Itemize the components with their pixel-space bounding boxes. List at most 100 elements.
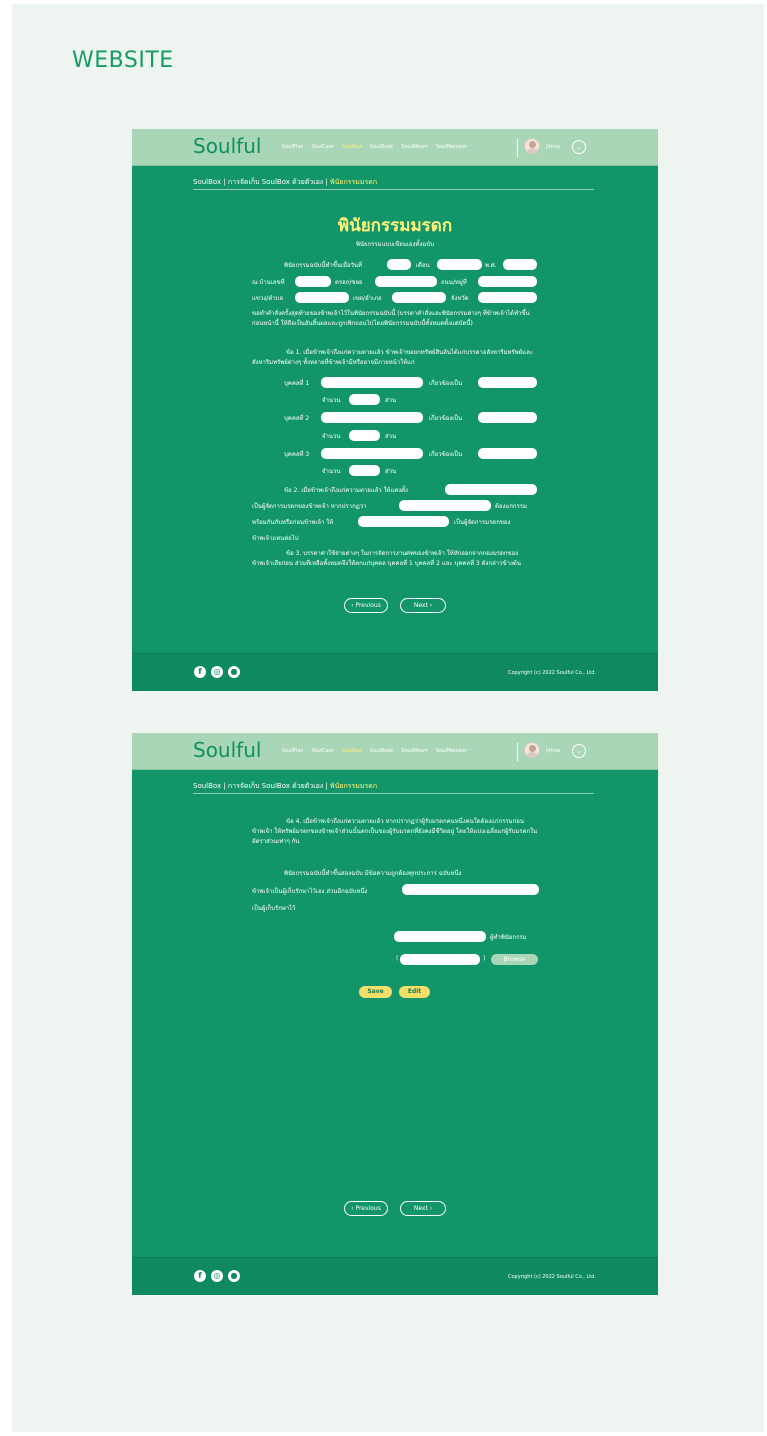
previous-button[interactable]: ‹ Previous xyxy=(344,1201,388,1216)
facebook-icon[interactable]: f xyxy=(194,1270,206,1282)
tambon-label: แขวง/ตำบล xyxy=(252,295,284,302)
top-nav: Soulful SoulPlan SoulCare SoulBox SoulBo… xyxy=(132,733,658,770)
soi-label: ตรอก/ซอย xyxy=(335,279,363,286)
social-links: f ◎ ● xyxy=(194,666,240,678)
person-3-name-field[interactable] xyxy=(321,448,423,459)
year-field[interactable] xyxy=(503,259,537,270)
nav-link-soulcare[interactable]: SoulCare xyxy=(311,144,333,150)
previous-button[interactable]: ‹ Previous xyxy=(344,598,388,613)
month-field[interactable] xyxy=(437,259,482,270)
person-3-share-field[interactable] xyxy=(349,465,380,476)
closing-text-b: ข้าพเจ้าเป็นผู้เก็บรักษาไว้เอง ส่วนอีกฉบ… xyxy=(252,888,368,895)
month-label: เดือน xyxy=(416,262,430,269)
clause-2-text-c: ต้องแก่กรรม xyxy=(495,503,527,510)
person-3-amount-label: จำนวน xyxy=(322,468,341,475)
paren-open: ( xyxy=(396,955,399,962)
intro-paragraph: ขอทำคำสั่งครั้งสุดท้ายของข้าพเจ้าไว้ในพิ… xyxy=(252,310,530,327)
nav-link-soulbox[interactable]: SoulBox xyxy=(342,748,362,754)
moo-field[interactable] xyxy=(478,276,537,287)
testator-signature-field[interactable] xyxy=(394,931,486,942)
person-1-share-field[interactable] xyxy=(349,394,380,405)
person-2-amount-label: จำนวน xyxy=(322,433,341,440)
edit-button[interactable]: Edit xyxy=(399,986,430,998)
nav-link-soulmember[interactable]: SoulMember xyxy=(436,748,467,754)
person-2-unit-label: ส่วน xyxy=(385,433,397,440)
house-no-label: ณ บ้านเลขที่ xyxy=(252,279,285,286)
save-button[interactable]: Save xyxy=(359,986,392,998)
person-3-relation-label: เกี่ยวข้องเป็น xyxy=(429,451,463,458)
breadcrumb-current: พินัยกรรมมรดก xyxy=(330,178,378,186)
breadcrumb: SoulBox | การจัดเก็บ SoulBox ด้วยตัวเอง … xyxy=(193,177,377,188)
browse-button[interactable]: Browse xyxy=(491,954,538,965)
person-3-unit-label: ส่วน xyxy=(385,468,397,475)
person-1-relation-label: เกี่ยวข้องเป็น xyxy=(429,380,463,387)
clause-2-text-f: ข้าพเจ้าแทนต่อไป xyxy=(252,535,299,542)
substitute-executor-field[interactable] xyxy=(358,516,449,527)
person-2-relation-label: เกี่ยวข้องเป็น xyxy=(429,415,463,422)
person-3-relation-field[interactable] xyxy=(478,448,537,459)
logo[interactable]: Soulful xyxy=(193,738,261,762)
breadcrumb-path[interactable]: SoulBox | การจัดเก็บ SoulBox ด้วยตัวเอง … xyxy=(193,782,330,790)
next-button[interactable]: Next › xyxy=(400,1201,446,1216)
paren-close: ) xyxy=(483,955,486,962)
clause-2-text-b: เป็นผู้จัดการมรดกของข้าพเจ้า หากปรากฏว่า xyxy=(252,503,367,510)
amphoe-label: เขต/อำเภอ xyxy=(353,295,382,302)
executor-condition-field[interactable] xyxy=(399,500,491,511)
avatar[interactable] xyxy=(524,138,540,154)
amphoe-field[interactable] xyxy=(392,292,446,303)
will-page-2: Soulful SoulPlan SoulCare SoulBox SoulBo… xyxy=(132,733,658,1295)
nav-link-soulbox[interactable]: SoulBox xyxy=(342,144,362,150)
person-3-label: บุคคลที่ 3 xyxy=(284,451,310,458)
nav-divider xyxy=(517,743,518,761)
executor-field[interactable] xyxy=(445,484,537,495)
avatar[interactable] xyxy=(524,742,540,758)
closing-text-c: เป็นผู้เก็บรักษาไว้ xyxy=(252,905,296,912)
person-2-name-field[interactable] xyxy=(321,412,423,423)
nav-link-soulbook[interactable]: SoulBook xyxy=(370,144,393,150)
line-icon[interactable]: ● xyxy=(228,1270,240,1282)
user-name[interactable]: Jirime xyxy=(546,144,560,150)
nav-link-soulbook[interactable]: SoulBook xyxy=(370,748,393,754)
person-1-relation-field[interactable] xyxy=(478,377,537,388)
person-1-label: บุคคลที่ 1 xyxy=(284,380,310,387)
user-name[interactable]: Jirime xyxy=(546,748,560,754)
nav-link-soulmember[interactable]: SoulMember xyxy=(436,144,467,150)
year-label: พ.ศ. xyxy=(485,262,497,269)
person-2-share-field[interactable] xyxy=(349,430,380,441)
soi-field[interactable] xyxy=(375,276,437,287)
page-title: พินัยกรรมมรดก xyxy=(337,216,453,236)
province-field[interactable] xyxy=(478,292,537,303)
nav-link-soulcare[interactable]: SoulCare xyxy=(311,748,333,754)
house-no-field[interactable] xyxy=(295,276,331,287)
nav-link-soulalbum[interactable]: SoulAlbum xyxy=(401,144,428,150)
person-1-name-field[interactable] xyxy=(321,377,423,388)
copy-keeper-field[interactable] xyxy=(402,884,539,895)
person-2-relation-field[interactable] xyxy=(478,412,537,423)
nav-links: SoulPlan SoulCare SoulBox SoulBook SoulA… xyxy=(282,144,467,150)
section-label: WEBSITE xyxy=(72,48,174,73)
testator-name-field[interactable] xyxy=(400,954,480,965)
facebook-icon[interactable]: f xyxy=(194,666,206,678)
instagram-icon[interactable]: ◎ xyxy=(211,1270,223,1282)
clause-2-text-d: พร้อมกันกับหรือก่อนข้าพเจ้า ให้ xyxy=(252,519,334,526)
page-subtitle: พินัยกรรมแบบเขียนเองทั้งฉบับ xyxy=(355,241,435,248)
breadcrumb: SoulBox | การจัดเก็บ SoulBox ด้วยตัวเอง … xyxy=(193,781,377,792)
chevron-down-icon[interactable]: ⌄ xyxy=(572,140,586,154)
person-1-unit-label: ส่วน xyxy=(385,397,397,404)
next-button[interactable]: Next › xyxy=(400,598,446,613)
nav-link-soulplan[interactable]: SoulPlan xyxy=(282,748,303,754)
instagram-icon[interactable]: ◎ xyxy=(211,666,223,678)
clause-3: ข้อ 3. บรรดาค่าใช้จ่ายต่างๆ ในการจัดการง… xyxy=(252,550,521,567)
tambon-field[interactable] xyxy=(295,292,349,303)
breadcrumb-path[interactable]: SoulBox | การจัดเก็บ SoulBox ด้วยตัวเอง … xyxy=(193,178,330,186)
clause-2-text-e: เป็นผู้จัดการมรดกของ xyxy=(454,519,511,526)
social-links: f ◎ ● xyxy=(194,1270,240,1282)
line-icon[interactable]: ● xyxy=(228,666,240,678)
breadcrumb-current: พินัยกรรมมรดก xyxy=(330,782,378,790)
clause-1: ข้อ 1. เมื่อข้าพเจ้าถึงแก่ความตายแล้ว ข้… xyxy=(252,349,533,366)
chevron-down-icon[interactable]: ⌄ xyxy=(572,744,586,758)
nav-link-soulplan[interactable]: SoulPlan xyxy=(282,144,303,150)
nav-link-soulalbum[interactable]: SoulAlbum xyxy=(401,748,428,754)
day-field[interactable] xyxy=(387,259,411,270)
logo[interactable]: Soulful xyxy=(193,134,261,158)
